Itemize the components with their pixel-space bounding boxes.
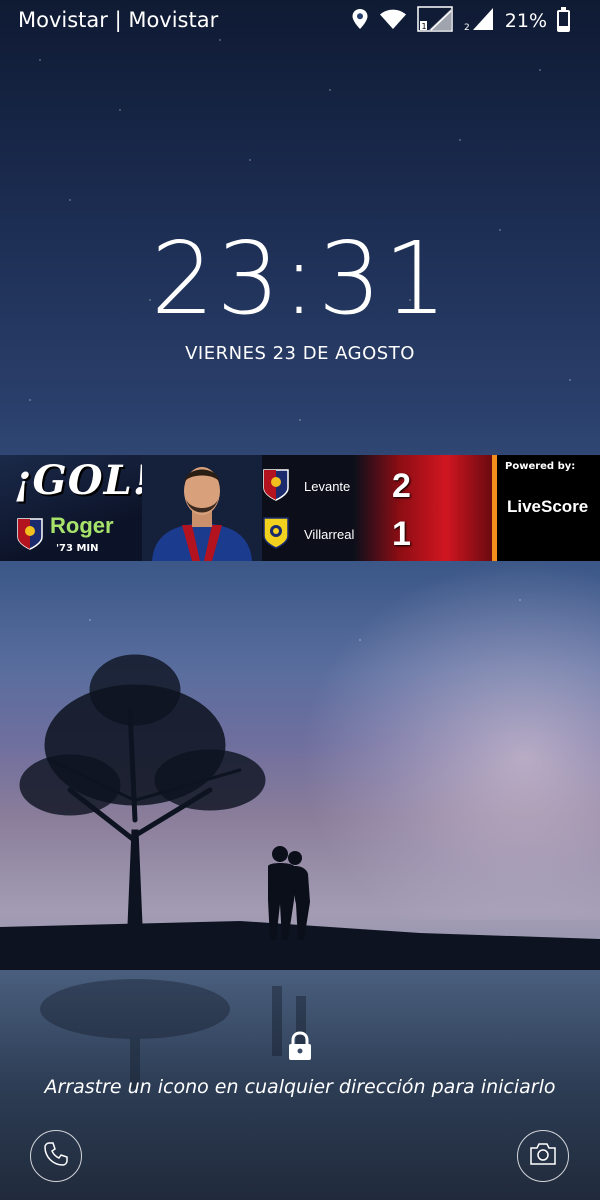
home-team-score: 2 — [392, 467, 411, 505]
home-team-row: Levante 2 — [262, 467, 411, 506]
battery-fill — [559, 26, 568, 30]
status-bar: Movistar | Movistar 1 2 21% — [0, 0, 600, 42]
signal-sim1-icon: 1 — [417, 5, 453, 37]
battery-icon — [557, 7, 570, 32]
match-score-panel: Levante 2 Villarreal 1 — [262, 455, 492, 561]
carrier-label: Movistar | Movistar — [18, 8, 219, 32]
svg-text:2: 2 — [464, 23, 470, 31]
tree-silhouette-icon — [10, 650, 270, 929]
goal-headline: ¡GOL! — [14, 457, 152, 504]
phone-shortcut-button[interactable] — [30, 1130, 82, 1182]
tree-reflection-icon — [10, 975, 270, 1089]
livescore-logo: LiveScore — [507, 497, 589, 516]
powered-by-label: Powered by: — [505, 461, 576, 472]
camera-icon — [528, 1140, 558, 1172]
lock-date: VIERNES 23 DE AGOSTO — [185, 343, 415, 364]
couple-silhouette-icon — [260, 840, 320, 944]
lock-clock: 23:31 — [150, 220, 450, 337]
signal-sim2-icon: 2 — [463, 7, 495, 36]
home-team-name: Levante — [304, 479, 351, 494]
unlock-hint: Arrastre un icono en cualquier dirección… — [44, 1076, 556, 1098]
goal-panel: ¡GOL! Roger '73 MIN — [0, 455, 150, 561]
villarreal-crest-icon — [262, 516, 290, 554]
goal-minute: '73 MIN — [56, 543, 99, 554]
battery-percent: 21% — [504, 10, 547, 32]
livescore-goal-banner[interactable]: ¡GOL! Roger '73 MIN Levante 2 Villarreal… — [0, 455, 600, 561]
scorer-name: Roger — [50, 513, 114, 538]
player-photo — [142, 455, 262, 561]
levante-crest-icon — [262, 468, 290, 506]
svg-text:1: 1 — [421, 22, 426, 31]
camera-shortcut-button[interactable] — [517, 1130, 569, 1182]
away-team-row: Villarreal 1 — [262, 515, 411, 554]
powered-by-panel: Powered by: LiveScore — [497, 455, 600, 561]
location-icon — [351, 8, 369, 35]
lock-screen: Movistar | Movistar 1 2 21% 23:31 VIERNE… — [0, 0, 600, 1200]
wifi-icon — [379, 8, 407, 35]
away-team-name: Villarreal — [304, 527, 355, 542]
status-icons: 1 2 21% — [351, 5, 570, 37]
away-team-score: 1 — [392, 515, 411, 553]
lock-icon[interactable] — [287, 1031, 313, 1065]
levante-crest-icon — [16, 517, 44, 555]
phone-icon — [42, 1140, 70, 1172]
nebula-glow — [300, 560, 600, 920]
